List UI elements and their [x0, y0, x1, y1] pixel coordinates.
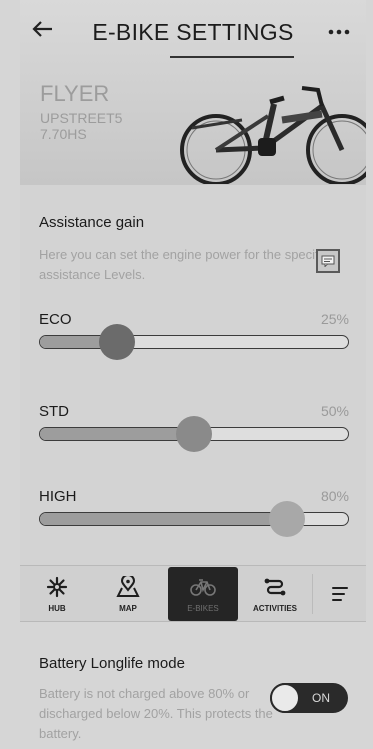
slider-fill	[40, 428, 195, 440]
slider-knob[interactable]	[176, 416, 212, 452]
nav-label: ACTIVITIES	[252, 604, 297, 613]
chat-icon	[321, 255, 335, 267]
assistance-title: Assistance gain	[39, 214, 145, 231]
hub-icon	[46, 576, 68, 598]
nav-divider	[312, 574, 313, 614]
toggle-label: ON	[312, 691, 330, 705]
help-chat-button[interactable]	[316, 249, 340, 273]
nav-item-hub[interactable]: HUB	[26, 566, 88, 622]
bottom-nav: HUB MAP E-BIKES ACTIVITIES	[20, 565, 366, 622]
menu-icon	[332, 587, 348, 601]
route-icon	[264, 578, 286, 596]
toggle-knob	[270, 683, 300, 713]
slider-knob[interactable]	[99, 324, 135, 360]
map-pin-icon	[116, 576, 140, 597]
level-name: STD	[39, 403, 69, 420]
bike-image	[180, 86, 366, 184]
top-bar: E-BIKE SETTINGS	[20, 0, 366, 64]
nav-item-map[interactable]: MAP	[97, 566, 159, 622]
level-percent: 50%	[320, 403, 349, 419]
assistance-section: Assistance gain Here you can set the eng…	[20, 185, 366, 565]
bike-model: UPSTREET5 7.70HS	[40, 110, 122, 142]
battery-section: Battery Longlife mode Battery is not cha…	[20, 622, 366, 749]
bike-brand: FLYER	[40, 81, 110, 106]
more-button[interactable]	[328, 20, 350, 41]
nav-label: E-BIKES	[187, 604, 219, 613]
slider-fill	[40, 513, 288, 525]
bike-model-name: UPSTREET5	[40, 110, 123, 126]
page-title: E-BIKE SETTINGS	[92, 19, 294, 45]
bike-model-version: 7.70HS	[40, 126, 87, 142]
level-percent: 80%	[320, 488, 349, 504]
menu-button[interactable]	[320, 578, 360, 610]
slider-track[interactable]	[39, 335, 349, 349]
bike-icon	[190, 579, 216, 596]
level-name: ECO	[39, 311, 72, 328]
battery-description: Battery is not charged above 80% or disc…	[39, 686, 273, 741]
nav-item-e-bikes[interactable]: E-BIKES	[168, 567, 238, 621]
assistance-description: Here you can set the engine power for th…	[39, 247, 329, 282]
nav-label: HUB	[48, 604, 66, 613]
battery-title: Battery Longlife mode	[39, 655, 185, 672]
level-percent: 25%	[320, 311, 349, 327]
more-horizontal-icon	[328, 29, 350, 35]
battery-longlife-toggle[interactable]: ON	[270, 683, 348, 713]
nav-item-activities[interactable]: ACTIVITIES	[244, 566, 306, 622]
bike-header: E-BIKE SETTINGS FLYER UPSTREET5 7.70HS	[20, 0, 366, 185]
nav-label: MAP	[119, 604, 137, 613]
title-underline	[170, 56, 294, 58]
slider-knob[interactable]	[269, 501, 305, 537]
level-name: HIGH	[39, 488, 77, 505]
